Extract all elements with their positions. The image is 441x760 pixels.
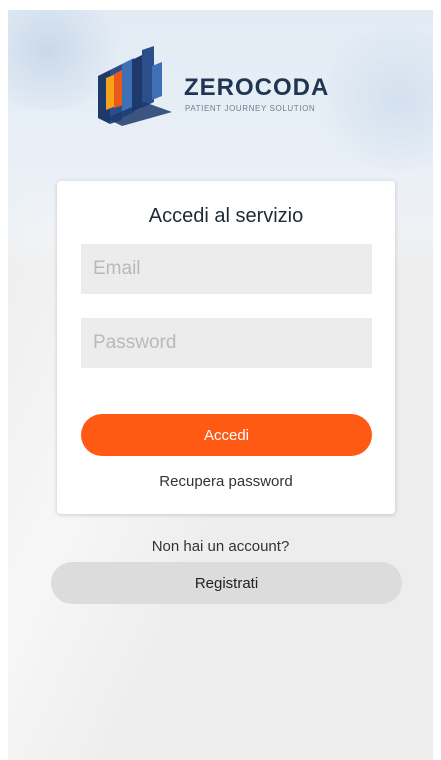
- brand-name: ZEROCODA: [184, 74, 330, 101]
- logo-mark-icon: [98, 46, 172, 126]
- no-account-text: Non hai un account?: [151, 538, 290, 555]
- login-button[interactable]: Accedi: [81, 414, 372, 456]
- password-field[interactable]: [81, 318, 372, 368]
- brand-logo: ZEROCODA PATIENT JOURNEY SOLUTION: [96, 46, 346, 132]
- register-button[interactable]: Registrati: [51, 562, 402, 604]
- login-card: Accedi al servizio Accedi Recupera passw…: [57, 181, 395, 514]
- recover-password-link[interactable]: Recupera password: [57, 473, 395, 490]
- email-field[interactable]: [81, 244, 372, 294]
- brand-tagline: PATIENT JOURNEY SOLUTION: [185, 104, 316, 113]
- login-title: Accedi al servizio: [148, 205, 304, 227]
